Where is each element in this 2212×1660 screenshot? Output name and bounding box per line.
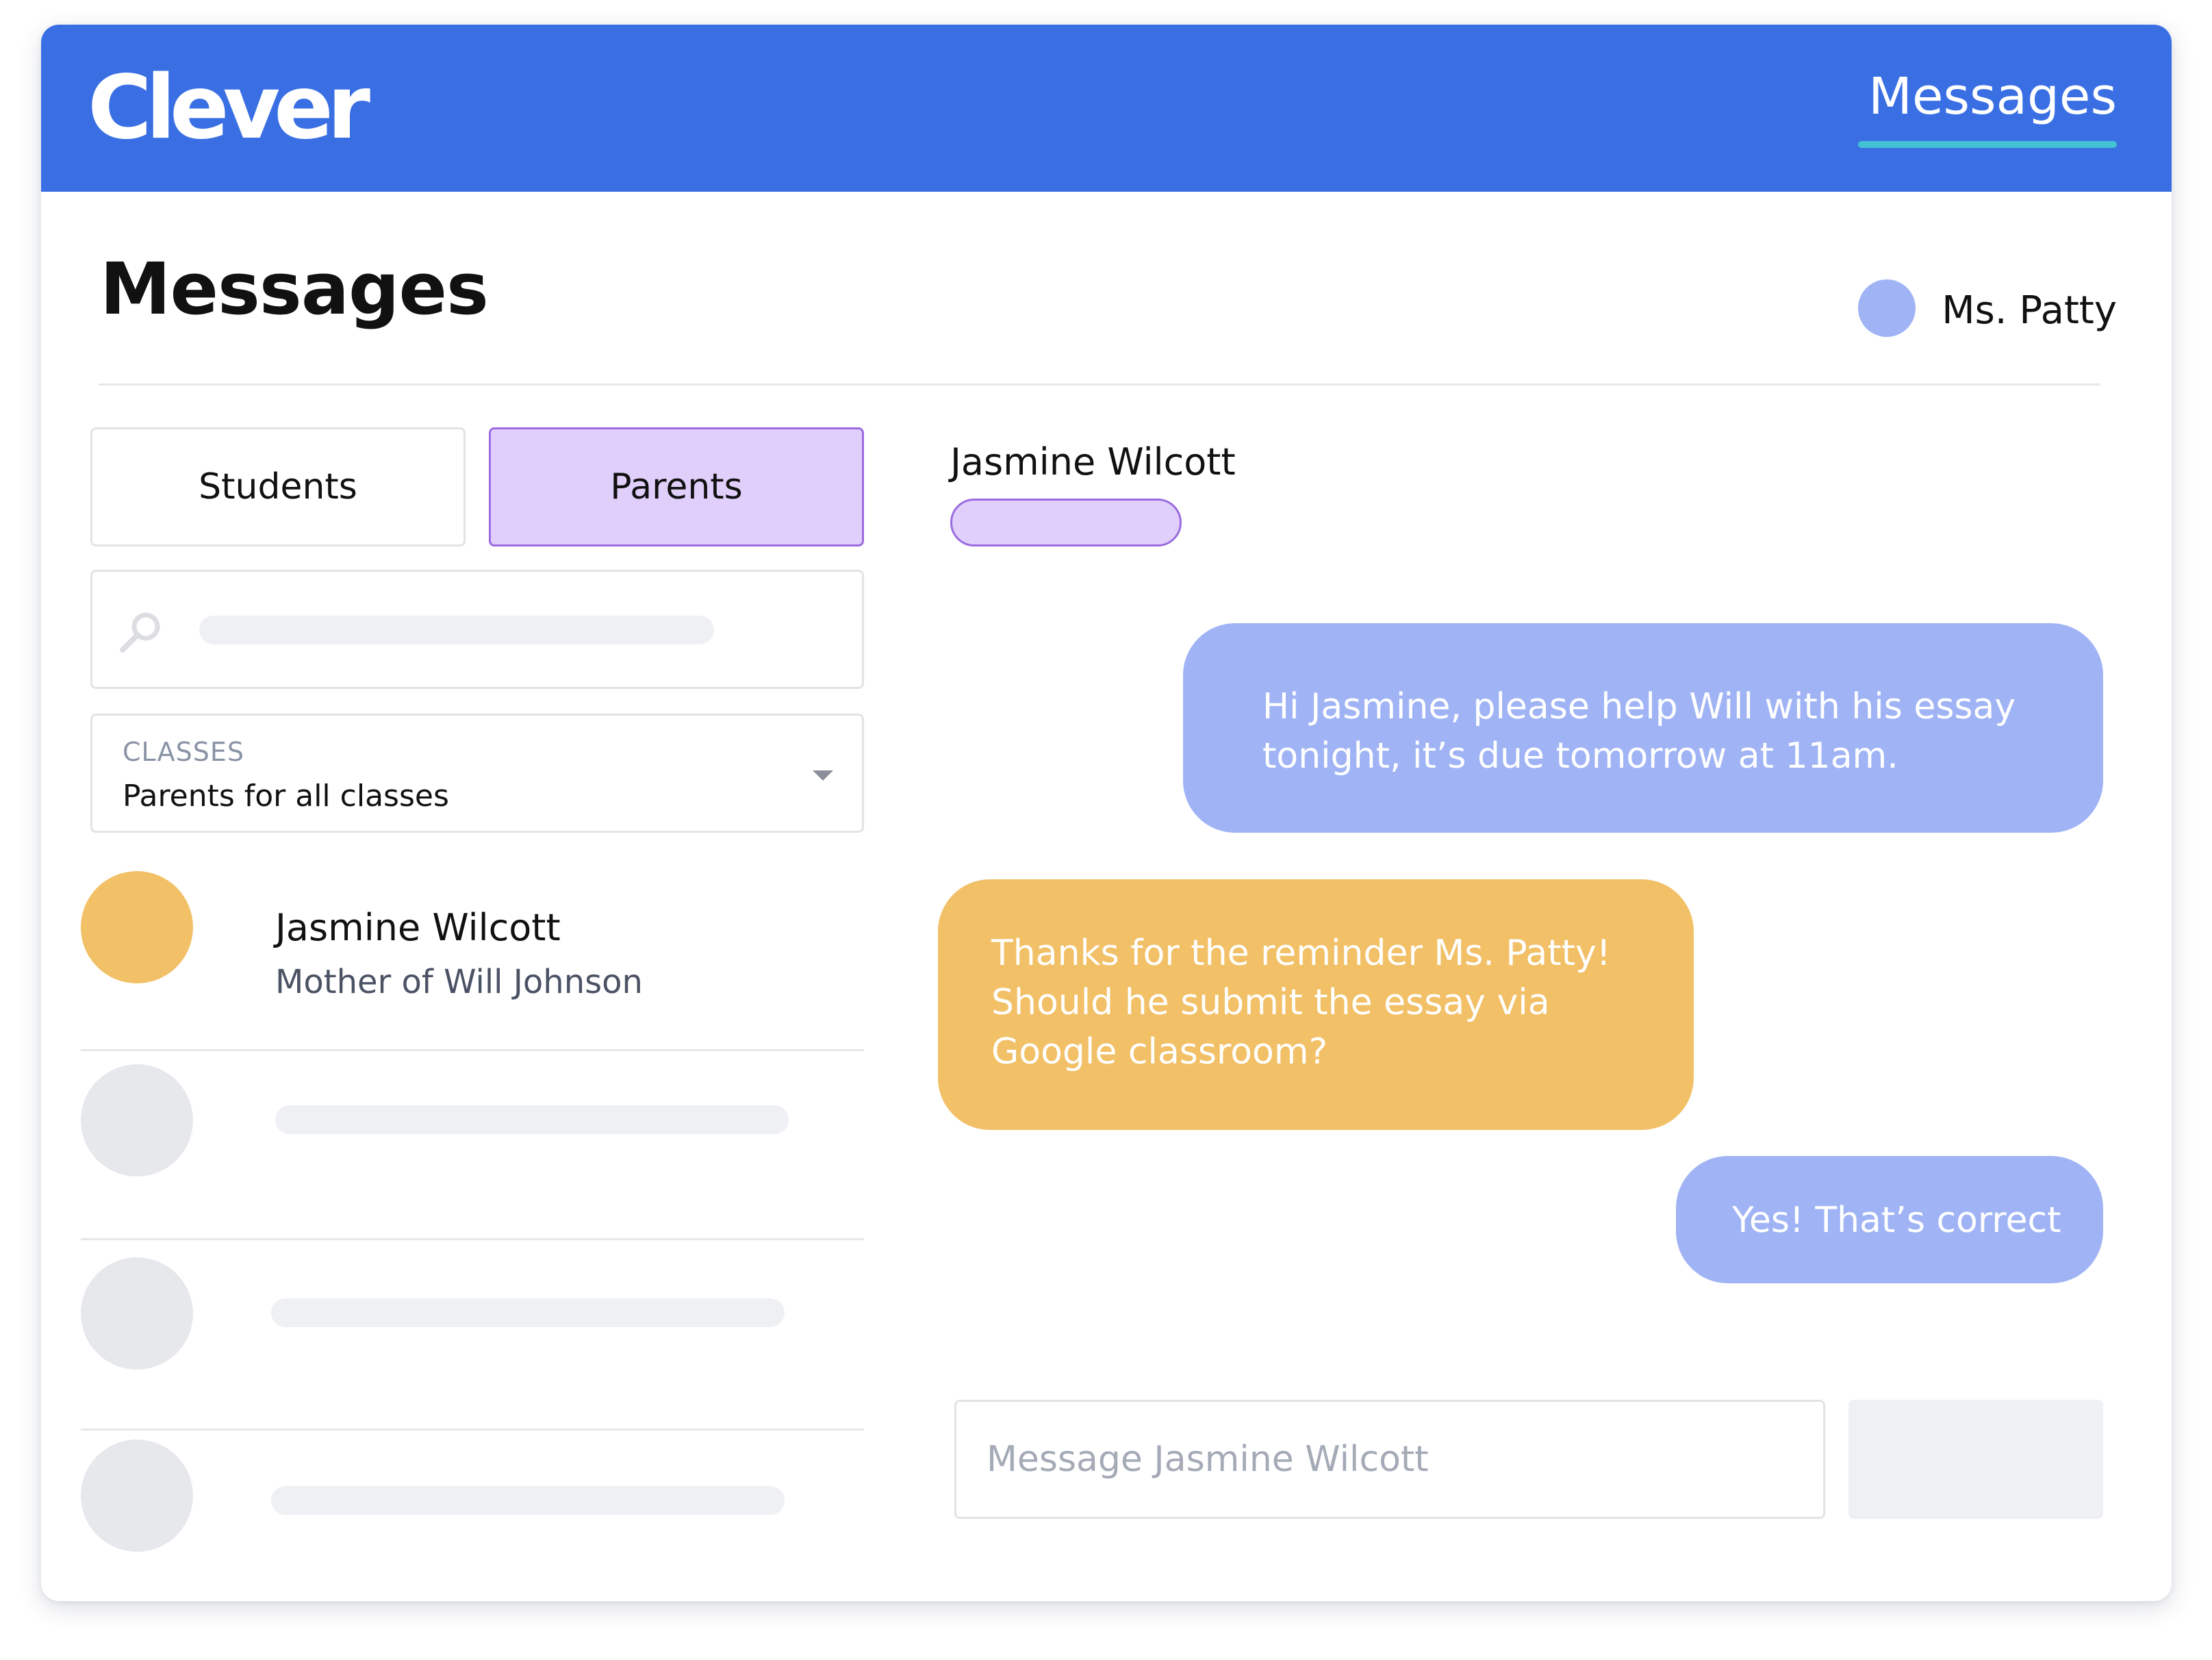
avatar xyxy=(81,1064,193,1177)
clever-logo[interactable]: Clever xyxy=(88,64,370,152)
top-bar: Clever Messages xyxy=(41,25,2172,192)
placeholder-line xyxy=(271,1298,785,1327)
list-divider xyxy=(81,1238,864,1240)
nav-active-underline xyxy=(1858,141,2117,148)
avatar xyxy=(81,1439,193,1552)
nav-messages-link[interactable]: Messages xyxy=(1868,71,2117,122)
class-filter-select[interactable]: CLASSES Parents for all classes xyxy=(90,714,864,833)
avatar xyxy=(81,1257,193,1370)
user-name[interactable]: Ms. Patty xyxy=(1942,292,2117,330)
user-avatar[interactable] xyxy=(1858,279,1916,337)
contact-name: Jasmine Wilcott xyxy=(275,906,561,949)
message-bubble-received: Thanks for the reminder Ms. Patty! Shoul… xyxy=(938,879,1694,1130)
search-icon xyxy=(120,612,160,653)
tab-parents[interactable]: Parents xyxy=(489,427,864,546)
message-input[interactable] xyxy=(954,1400,1825,1519)
message-bubble-sent: Yes! That’s correct xyxy=(1676,1156,2103,1283)
search-placeholder-bar xyxy=(199,616,714,644)
send-button[interactable] xyxy=(1848,1400,2103,1519)
avatar xyxy=(81,871,193,983)
search-input[interactable] xyxy=(90,570,864,689)
list-item[interactable]: Jasmine Wilcott Mother of Will Johnson xyxy=(81,871,864,1015)
chevron-down-icon xyxy=(813,770,833,781)
message-text: Thanks for the reminder Ms. Patty! Shoul… xyxy=(991,933,1611,1072)
placeholder-line xyxy=(271,1486,785,1515)
message-field[interactable] xyxy=(956,1402,1823,1517)
recipient-tag xyxy=(950,499,1182,546)
tab-students[interactable]: Students xyxy=(90,427,466,546)
class-filter-value: Parents for all classes xyxy=(123,779,449,814)
list-divider xyxy=(81,1429,864,1431)
app-window: Clever Messages Messages Ms. Patty Stude… xyxy=(41,25,2172,1601)
conversation-recipient-name: Jasmine Wilcott xyxy=(950,440,1236,483)
list-item-placeholder[interactable] xyxy=(81,1257,864,1435)
list-item-placeholder[interactable] xyxy=(81,1064,864,1242)
message-text: Yes! That’s correct xyxy=(1732,1200,2061,1241)
message-bubble-sent: Hi Jasmine, please help Will with his es… xyxy=(1183,623,2103,833)
list-divider xyxy=(81,1049,864,1051)
header-divider xyxy=(99,383,2100,386)
class-filter-label: CLASSES xyxy=(123,737,244,767)
placeholder-line xyxy=(275,1105,789,1134)
page-title: Messages xyxy=(100,247,489,331)
list-item-placeholder[interactable] xyxy=(81,1439,864,1576)
message-text: Hi Jasmine, please help Will with his es… xyxy=(1262,686,2016,777)
contact-subtitle: Mother of Will Johnson xyxy=(275,963,643,1001)
